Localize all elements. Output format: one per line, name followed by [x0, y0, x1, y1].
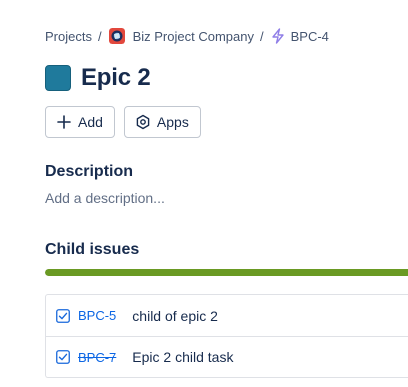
description-placeholder[interactable]: Add a description... — [45, 190, 165, 206]
child-issues-progress-bar — [45, 269, 408, 276]
issue-title-row: Epic 2 — [45, 62, 151, 94]
child-issues-list: BPC-5 child of epic 2 BPC-7 Epic 2 child… — [45, 294, 408, 378]
child-issue-row[interactable]: BPC-7 Epic 2 child task — [46, 336, 408, 377]
child-issue-summary[interactable]: child of epic 2 — [132, 308, 218, 324]
breadcrumb-projects-link[interactable]: Projects — [45, 29, 92, 44]
child-issue-summary[interactable]: Epic 2 child task — [132, 349, 233, 365]
task-checkbox-icon — [56, 308, 70, 323]
add-button-label: Add — [78, 114, 103, 130]
task-checkbox-icon — [56, 350, 70, 364]
child-issues-heading: Child issues — [45, 241, 140, 258]
apps-button-label: Apps — [156, 114, 189, 130]
breadcrumb: Projects / Biz Project Company / BPC-4 — [45, 27, 329, 45]
epic-lightning-icon — [271, 28, 285, 44]
breadcrumb-separator: / — [97, 28, 102, 44]
plus-icon — [56, 114, 72, 130]
add-button[interactable]: Add — [45, 106, 115, 138]
issue-view: Projects / Biz Project Company / BPC-4 E… — [0, 0, 408, 387]
issue-actions: Add Apps — [45, 106, 201, 138]
breadcrumb-separator: / — [259, 28, 264, 44]
apps-button[interactable]: Apps — [123, 106, 201, 138]
child-issue-row[interactable]: BPC-5 child of epic 2 — [46, 295, 408, 336]
breadcrumb-project-link[interactable]: Biz Project Company — [133, 29, 254, 44]
breadcrumb-issue-key-link[interactable]: BPC-4 — [291, 29, 329, 44]
issue-title[interactable]: Epic 2 — [81, 64, 151, 92]
child-issue-key-link[interactable]: BPC-5 — [78, 308, 116, 323]
description-heading: Description — [45, 163, 134, 180]
child-issue-key-link[interactable]: BPC-7 — [78, 350, 116, 365]
child-issues-progress-fill — [45, 269, 408, 276]
project-avatar-icon — [108, 28, 125, 44]
apps-hexagon-icon — [135, 114, 151, 130]
epic-color-swatch[interactable] — [45, 65, 71, 91]
